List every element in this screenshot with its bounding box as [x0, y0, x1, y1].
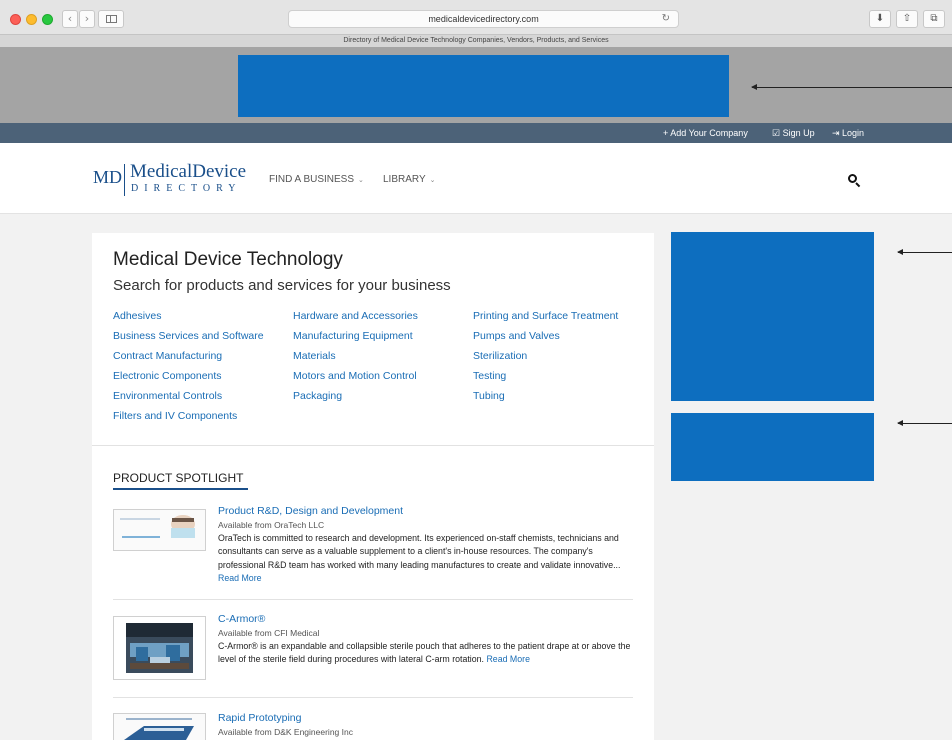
product-title-link[interactable]: C-Armor® — [218, 613, 265, 625]
product-title-link[interactable]: Rapid Prototyping — [218, 712, 301, 724]
category-link[interactable]: Motors and Motion Control — [293, 370, 417, 382]
page-subtitle: Search for products and services for you… — [113, 277, 451, 294]
minimize-window-button[interactable] — [26, 14, 37, 25]
annotation-arrow — [897, 249, 952, 255]
search-handle — [855, 182, 861, 188]
product-image — [114, 714, 205, 740]
login-link[interactable]: ⇥ Login — [832, 128, 864, 139]
product-vendor: Available from CFI Medical — [218, 628, 320, 638]
browser-chrome: ‹ › medicaldevicedirectory.com ↻ ⬇ ⇧ ⧉ D… — [0, 0, 952, 47]
share-button[interactable]: ⇧ — [896, 10, 918, 28]
chevron-down-icon: ⌄ — [429, 176, 436, 184]
chevron-down-icon: ⌄ — [358, 176, 364, 184]
sidebar-toggle-button[interactable] — [98, 10, 124, 28]
annotation-arrow — [751, 84, 952, 90]
spotlight-heading: PRODUCT SPOTLIGHT — [113, 471, 244, 485]
nav-label: LIBRARY — [383, 174, 426, 185]
category-link[interactable]: Contract Manufacturing — [113, 350, 222, 362]
category-link[interactable]: Manufacturing Equipment — [293, 330, 413, 342]
leaderboard-ad[interactable] — [238, 55, 729, 117]
main-panel: Medical Device Technology Search for pro… — [92, 233, 654, 740]
category-link[interactable]: Adhesives — [113, 310, 161, 322]
downloads-button[interactable]: ⬇ — [869, 10, 891, 28]
search-icon[interactable] — [848, 174, 861, 188]
close-window-button[interactable] — [10, 14, 21, 25]
category-link[interactable]: Sterilization — [473, 350, 527, 362]
category-link[interactable]: Filters and IV Components — [113, 410, 237, 422]
sidebar-ad-large[interactable] — [671, 232, 874, 401]
sidebar-icon — [106, 15, 117, 23]
maximize-window-button[interactable] — [42, 14, 53, 25]
url-text: medicaldevicedirectory.com — [428, 14, 539, 24]
browser-toolbar: ‹ › medicaldevicedirectory.com ↻ ⬇ ⇧ ⧉ — [0, 0, 952, 34]
product-vendor: Available from D&K Engineering Inc — [218, 727, 353, 737]
nav-label: FIND A BUSINESS — [269, 174, 355, 185]
category-link[interactable]: Business Services and Software — [113, 330, 264, 342]
add-company-link[interactable]: + Add Your Company — [663, 128, 748, 138]
top-ad-strip — [0, 47, 952, 123]
category-link[interactable]: Packaging — [293, 390, 342, 402]
annotation-arrow — [897, 420, 952, 426]
category-link[interactable]: Testing — [473, 370, 506, 382]
tabs-button[interactable]: ⧉ — [923, 10, 945, 28]
product-thumbnail[interactable] — [113, 616, 206, 680]
product-title-link[interactable]: Product R&D, Design and Development — [218, 505, 403, 517]
product-thumbnail[interactable] — [113, 713, 206, 740]
logo-divider — [124, 164, 125, 196]
category-link[interactable]: Printing and Surface Treatment — [473, 310, 618, 322]
section-divider — [92, 445, 654, 446]
logo-title: MedicalDevice — [130, 161, 247, 182]
product-thumbnail[interactable] — [113, 509, 206, 551]
read-more-link[interactable]: Read More — [486, 654, 530, 664]
logo-md: MD — [93, 167, 123, 187]
item-separator — [113, 599, 633, 600]
category-link[interactable]: Hardware and Accessories — [293, 310, 418, 322]
user-bar: + Add Your Company ☑ Sign Up ⇥ Login — [0, 123, 952, 143]
forward-button[interactable]: › — [79, 10, 95, 28]
read-more-link[interactable]: Read More — [218, 573, 262, 583]
nav-find-a-business[interactable]: FIND A BUSINESS ⌄ — [269, 174, 364, 185]
product-description: OraTech is committed to research and dev… — [218, 532, 638, 585]
category-link[interactable]: Environmental Controls — [113, 390, 222, 402]
address-bar[interactable]: medicaldevicedirectory.com ↻ — [288, 10, 679, 28]
site-header: MD MedicalDevice DIRECTORY FIND A BUSINE… — [0, 143, 952, 214]
category-link[interactable]: Tubing — [473, 390, 505, 402]
product-image — [114, 510, 205, 550]
back-button[interactable]: ‹ — [62, 10, 78, 28]
product-image — [114, 617, 205, 679]
browser-tab[interactable]: Directory of Medical Device Technology C… — [0, 34, 952, 47]
product-description: C-Armor® is an expandable and collapsibl… — [218, 640, 638, 667]
logo-subtitle: DIRECTORY — [131, 183, 242, 194]
product-description-text: C-Armor® is an expandable and collapsibl… — [218, 641, 631, 665]
spotlight-underline — [113, 488, 248, 490]
sign-up-link[interactable]: ☑ Sign Up — [772, 128, 815, 139]
category-link[interactable]: Materials — [293, 350, 336, 362]
sidebar-ad-small[interactable] — [671, 413, 874, 481]
item-separator — [113, 697, 633, 698]
category-link[interactable]: Pumps and Valves — [473, 330, 560, 342]
category-link[interactable]: Electronic Components — [113, 370, 222, 382]
reload-icon[interactable]: ↻ — [662, 11, 670, 27]
product-description-text: OraTech is committed to research and dev… — [218, 533, 621, 570]
product-vendor: Available from OraTech LLC — [218, 520, 325, 530]
page-title: Medical Device Technology — [113, 249, 343, 270]
nav-library[interactable]: LIBRARY ⌄ — [383, 174, 436, 185]
